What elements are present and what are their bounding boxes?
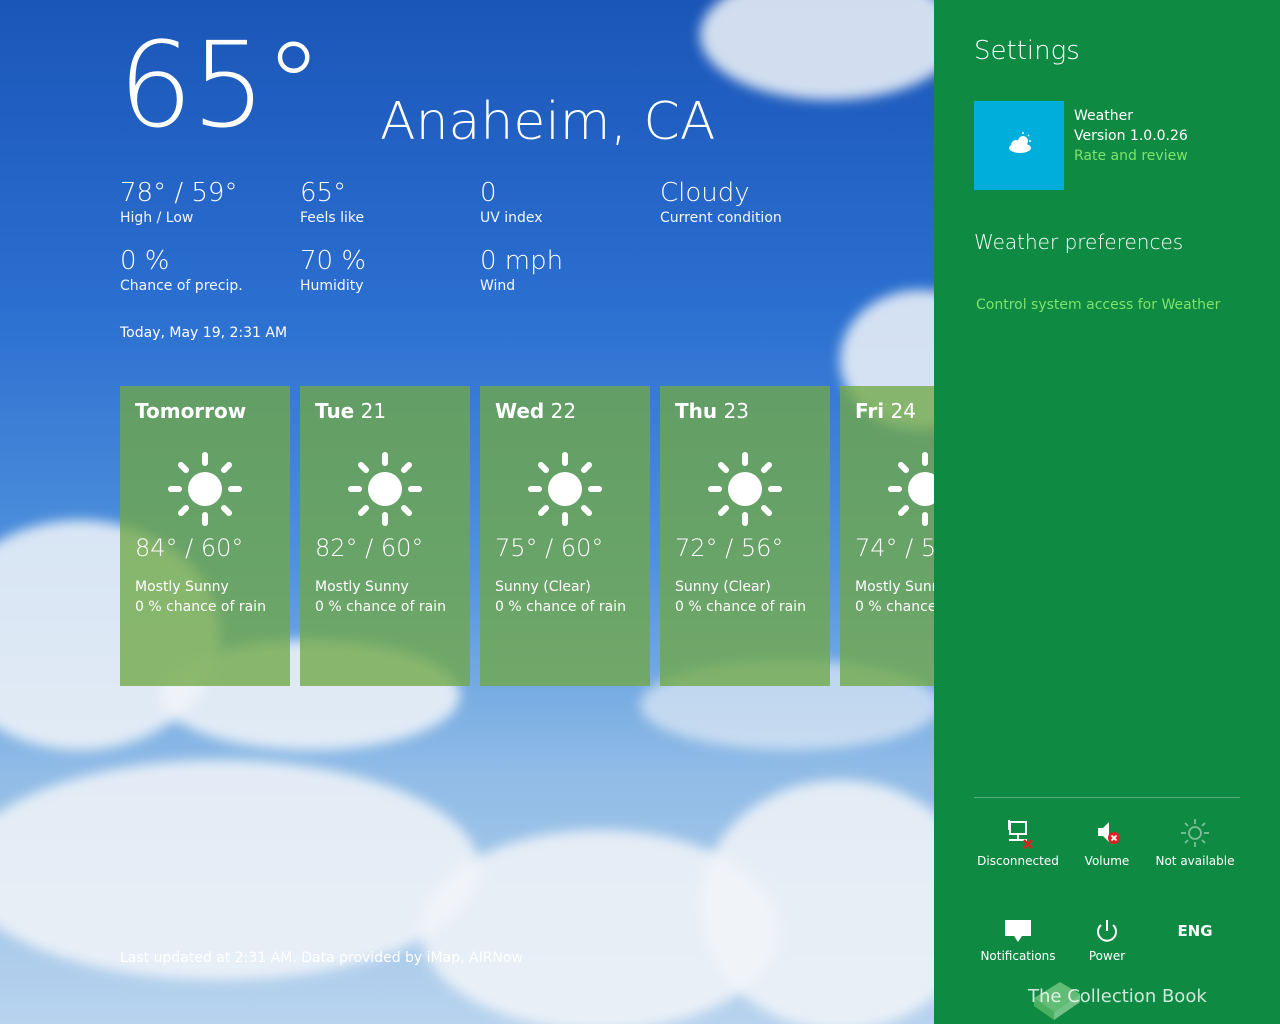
forecast-day-date: 22 (550, 399, 577, 423)
forecast-day: Tue 21 (315, 399, 386, 423)
stat-label: Chance of precip. (120, 278, 243, 294)
keyboard-language-button[interactable]: ENG (1150, 917, 1240, 951)
forecast-day-name: Fri (855, 399, 885, 423)
forecast-day-date: 23 (723, 399, 749, 423)
stat-precipitation: 0 % Chance of precip. (120, 246, 243, 296)
notifications-button[interactable]: Notifications (973, 917, 1063, 963)
forecast-day-name: Wed (495, 399, 545, 423)
forecast-tile[interactable]: Tue 21 82° / 60° Mostly Sunny 0 % chance… (300, 386, 470, 686)
cloud-decoration (700, 0, 934, 100)
brightness-button[interactable]: Not available (1150, 816, 1240, 868)
forecast-rain: 0 % chance of rain (315, 599, 446, 615)
brightness-label: Not available (1155, 854, 1235, 868)
stat-wind: 0 mph Wind (480, 246, 563, 296)
settings-charm: Settings Weather Version 1.0.0.26 Rate a… (934, 0, 1280, 1024)
stat-label: Wind (480, 278, 516, 294)
watermark: The Collection Book (1028, 986, 1207, 1007)
stat-value: 65° (300, 178, 347, 208)
city-name: Anaheim, CA (380, 92, 716, 152)
forecast-day: Wed 22 (495, 399, 576, 423)
cloud-sun-icon (1009, 132, 1031, 153)
forecast-day: Fri 24 (855, 399, 916, 423)
forecast-condition: Sunny (Clear) (495, 579, 591, 595)
forecast-day-name: Tomorrow (135, 399, 247, 423)
date-line: Today, May 19, 2:31 AM (120, 325, 288, 341)
stat-humidity: 70 % Humidity (300, 246, 366, 296)
data-attribution: Last updated at 2:31 AM. Data provided b… (120, 950, 523, 966)
stat-high-low: 78° / 59° High / Low (120, 178, 237, 228)
volume-label: Volume (1084, 854, 1130, 868)
control-system-access-link[interactable]: Control system access for Weather (976, 297, 1220, 313)
stat-label: Humidity (300, 278, 364, 294)
notifications-label: Notifications (980, 949, 1056, 963)
weather-app: 65° Anaheim, CA 78° / 59° High / Low 65°… (0, 0, 934, 1024)
forecast-rain: 0 % chance of rain (495, 599, 626, 615)
forecast-day: Thu 23 (675, 399, 749, 423)
volume-muted-icon (1098, 822, 1120, 844)
settings-title: Settings (974, 36, 1080, 66)
network-disconnected-icon (1008, 820, 1033, 849)
stat-label: High / Low (120, 210, 194, 226)
weather-preferences-link[interactable]: Weather preferences (974, 230, 1183, 254)
forecast-day-date: 21 (360, 399, 387, 423)
sun-icon (168, 452, 242, 526)
power-icon (1097, 920, 1117, 942)
power-button[interactable]: Power (1062, 917, 1152, 963)
forecast-tile[interactable]: Wed 22 75° / 60° Sunny (Clear) 0 % chanc… (480, 386, 650, 686)
forecast-tile[interactable]: Thu 23 72° / 56° Sunny (Clear) 0 % chanc… (660, 386, 830, 686)
forecast-condition: Sunny (Clear) (675, 579, 771, 595)
stat-value: 0 mph (480, 246, 564, 276)
brightness-icon (1181, 819, 1209, 847)
app-name: Weather (1074, 108, 1133, 124)
forecast-rain: 0 % chance of rain (135, 599, 266, 615)
current-temperature: 65° (118, 16, 323, 154)
sun-icon (888, 452, 934, 526)
sun-icon (348, 452, 422, 526)
forecast-high-low: 72° / 56° (675, 534, 784, 562)
network-button[interactable]: Disconnected (973, 816, 1063, 868)
stat-uv-index: 0 UV index (480, 178, 543, 228)
app-version: Version 1.0.0.26 (1074, 128, 1188, 144)
forecast-tile[interactable]: Tomorrow 84° / 60° Mostly Sunny 0 % chan… (120, 386, 290, 686)
forecast-condition: Mostly Sunny (315, 579, 409, 595)
forecast-rain: 0 % chance of rain (675, 599, 806, 615)
stat-value: 0 % (120, 246, 170, 276)
stat-value: 0 (480, 178, 497, 208)
cloud-decoration (700, 780, 934, 1024)
keyboard-language-label: ENG (1177, 922, 1213, 940)
volume-button[interactable]: Volume (1062, 816, 1152, 868)
app-info: Weather Version 1.0.0.26 Rate and review (1074, 106, 1188, 166)
stat-label: UV index (480, 210, 543, 226)
forecast-high-low: 82° / 60° (315, 534, 424, 562)
stat-value: 70 % (300, 246, 367, 276)
forecast-high-low: 75° / 60° (495, 534, 604, 562)
sun-icon (708, 452, 782, 526)
stat-feels-like: 65° Feels like (300, 178, 364, 228)
stat-value: 78° / 59° (120, 178, 238, 208)
forecast-day-date: 24 (890, 399, 916, 423)
cloud-decoration (0, 760, 480, 980)
divider (974, 797, 1240, 798)
forecast-condition: Mostly Sunny (135, 579, 229, 595)
stat-label: Feels like (300, 210, 365, 226)
app-tile (974, 101, 1064, 190)
forecast-day-name: Tue (315, 399, 355, 423)
forecast-day: Tomorrow (135, 399, 246, 423)
forecast-high-low: 84° / 60° (135, 534, 244, 562)
forecast-strip: Tomorrow 84° / 60° Mostly Sunny 0 % chan… (120, 386, 934, 686)
forecast-condition: Mostly Sunny (855, 579, 934, 595)
rate-review-link[interactable]: Rate and review (1074, 146, 1188, 166)
forecast-day-name: Thu (675, 399, 718, 423)
forecast-high-low: 74° / 57° (855, 534, 934, 562)
stat-value: Cloudy (660, 178, 750, 208)
stat-label: Current condition (660, 210, 782, 226)
network-label: Disconnected (977, 854, 1059, 868)
forecast-tile[interactable]: Fri 24 74° / 57° Mostly Sunny 0 % chance… (840, 386, 934, 686)
forecast-rain: 0 % chance of rain (855, 599, 934, 615)
stat-condition: Cloudy Current condition (660, 178, 782, 228)
power-label: Power (1088, 949, 1126, 963)
notifications-icon (1005, 920, 1031, 942)
sun-icon (528, 452, 602, 526)
